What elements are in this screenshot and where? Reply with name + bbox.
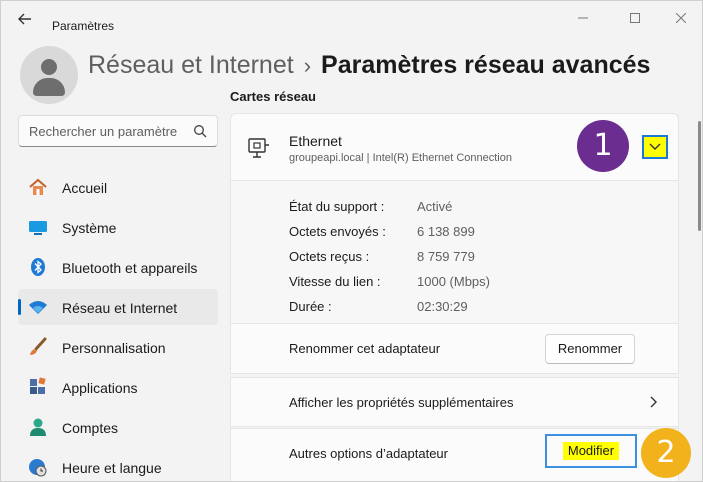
rename-row: Renommer cet adaptateur Renommer: [230, 323, 679, 374]
detail-key: Durée :: [289, 299, 332, 314]
properties-row[interactable]: Afficher les propriétés supplémentaires: [230, 377, 679, 427]
detail-key: État du support :: [289, 199, 385, 214]
avatar-body: [33, 78, 65, 96]
close-icon: [675, 12, 687, 24]
brush-icon: [30, 337, 47, 355]
sidebar-item-label: Comptes: [62, 420, 119, 436]
detail-value: 1000 (Mbps): [417, 274, 490, 289]
detail-key: Octets reçus :: [289, 249, 370, 264]
detail-value: 6 138 899: [417, 224, 475, 239]
adapter-options-row: Autres options d’adaptateur Modifier: [230, 428, 679, 481]
detail-value: 02:30:29: [417, 299, 468, 314]
sidebar-item-systeme[interactable]: Système: [18, 209, 218, 245]
detail-value: 8 759 779: [417, 249, 475, 264]
rename-button[interactable]: Renommer: [545, 334, 635, 364]
rename-label: Renommer cet adaptateur: [289, 341, 441, 356]
sidebar-item-reseau[interactable]: Réseau et Internet: [18, 289, 218, 325]
modifier-label: Modifier: [563, 442, 619, 460]
step-badge-1: 1: [577, 120, 629, 172]
page-title: Paramètres réseau avancés: [321, 51, 651, 79]
adapter-options-label: Autres options d’adaptateur: [289, 446, 448, 461]
clock-globe-icon: [29, 459, 47, 477]
sidebar-item-label: Heure et langue: [62, 460, 162, 476]
sidebar-item-label: Applications: [62, 380, 138, 396]
sidebar-item-label: Accueil: [62, 180, 108, 196]
sidebar-item-label: Réseau et Internet: [62, 300, 178, 316]
app-title: Paramètres: [52, 19, 115, 33]
sidebar-item-label: Personnalisation: [62, 340, 166, 356]
modifier-button[interactable]: Modifier: [545, 434, 637, 468]
adapter-description: groupeapi.local | Intel(R) Ethernet Conn…: [289, 152, 512, 164]
monitor-icon: [29, 221, 47, 235]
close-button[interactable]: [667, 9, 695, 29]
apps-icon: [30, 377, 46, 394]
detail-key: Vitesse du lien :: [289, 274, 381, 289]
sidebar-item-label: Bluetooth et appareils: [62, 260, 198, 276]
maximize-button[interactable]: [621, 9, 649, 29]
minimize-icon: [578, 17, 588, 19]
search-icon: [194, 125, 207, 138]
detail-key: Octets envoyés :: [289, 224, 386, 239]
sidebar-item-label: Système: [62, 220, 117, 236]
breadcrumb-parent[interactable]: Réseau et Internet: [88, 51, 294, 79]
title-bar: Paramètres: [1, 1, 702, 37]
step-badge-2: 2: [641, 428, 691, 478]
sidebar-item-bluetooth[interactable]: Bluetooth et appareils: [18, 249, 218, 285]
wifi-icon: [29, 301, 47, 314]
sidebar-item-applications[interactable]: Applications: [18, 369, 218, 405]
sidebar-item-personnalisation[interactable]: Personnalisation: [18, 329, 218, 365]
properties-label: Afficher les propriétés supplémentaires: [289, 395, 514, 410]
adapter-details: État du support : Activé Octets envoyés …: [230, 181, 679, 323]
back-button[interactable]: [15, 13, 35, 29]
person-icon: [30, 418, 46, 436]
section-title: Cartes réseau: [230, 89, 316, 104]
chevron-down-icon: [649, 143, 661, 150]
adapter-name: Ethernet: [289, 133, 342, 149]
avatar[interactable]: [20, 46, 78, 104]
sidebar-item-comptes[interactable]: Comptes: [18, 409, 218, 445]
ethernet-icon: [248, 138, 269, 158]
chevron-right-icon: [650, 396, 657, 408]
breadcrumb-separator: ›: [303, 53, 312, 78]
sidebar-item-accueil[interactable]: Accueil: [18, 169, 218, 205]
scrollbar[interactable]: [698, 121, 701, 231]
expand-button[interactable]: [642, 135, 668, 159]
breadcrumb: Réseau et Internet › Paramètres réseau ava…: [88, 47, 650, 83]
minimize-button[interactable]: [569, 9, 597, 29]
sidebar-nav: Accueil Système Bluetooth et appareils R…: [18, 169, 218, 481]
home-icon: [29, 178, 47, 195]
search-input[interactable]: Rechercher un paramètre: [18, 115, 218, 147]
arrow-left-icon: [18, 13, 31, 25]
maximize-icon: [630, 13, 640, 23]
detail-value: Activé: [417, 199, 453, 214]
search-placeholder: Rechercher un paramètre: [29, 124, 178, 139]
sidebar-item-heure-langue[interactable]: Heure et langue: [18, 449, 218, 481]
bluetooth-icon: [31, 258, 45, 276]
avatar-head: [41, 59, 57, 75]
settings-window: Paramètres Réseau et Internet › Paramètres…: [0, 0, 703, 482]
